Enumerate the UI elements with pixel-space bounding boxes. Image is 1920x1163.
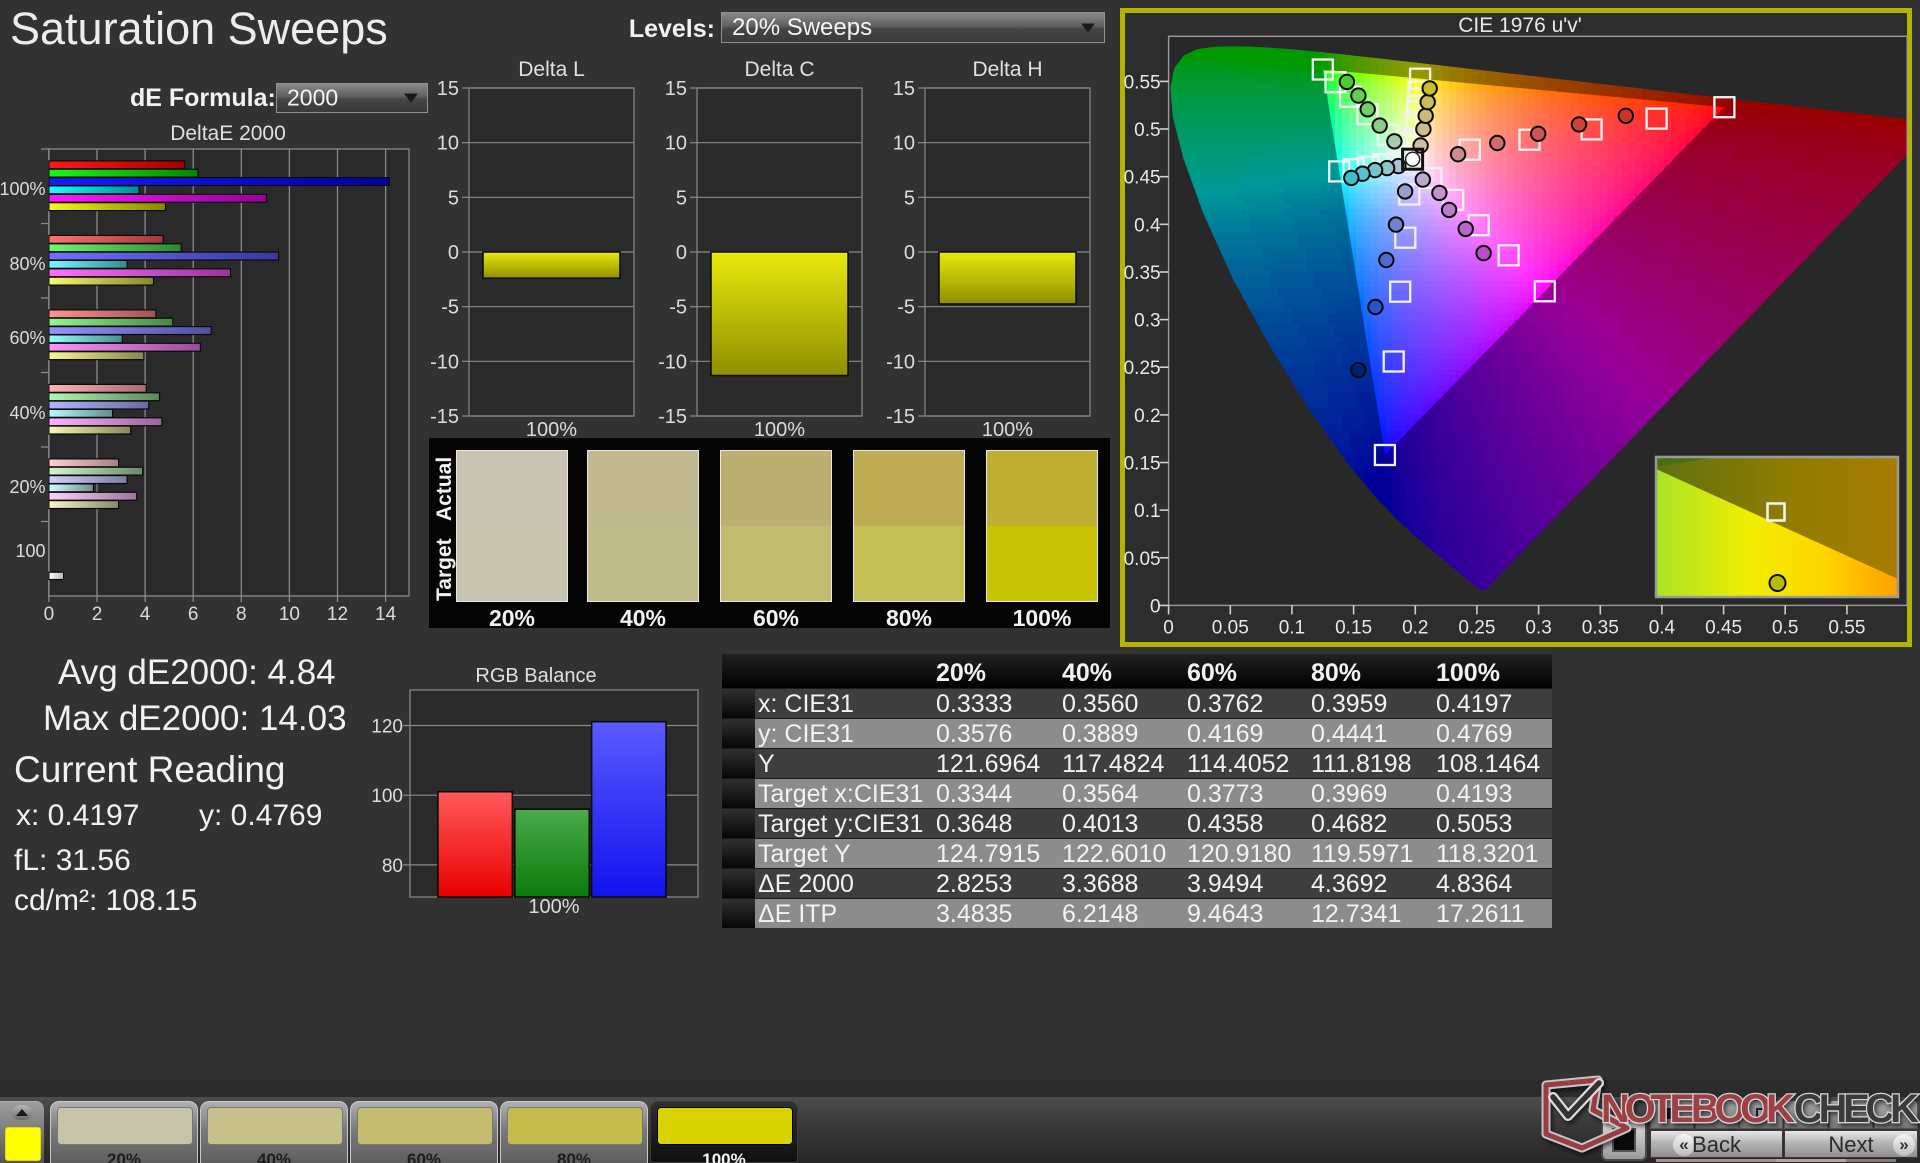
svg-text:-5: -5 (441, 297, 459, 319)
svg-text:RGB Balance: RGB Balance (475, 665, 596, 687)
svg-text:0.5: 0.5 (1772, 617, 1798, 638)
svg-text:-15: -15 (430, 406, 459, 428)
svg-text:10: 10 (279, 604, 300, 625)
svg-text:100: 100 (15, 541, 45, 561)
svg-text:NOTEBOOK: NOTEBOOK (1601, 1087, 1795, 1131)
svg-text:6: 6 (188, 604, 199, 625)
svg-text:-5: -5 (669, 297, 687, 319)
svg-text:0.2: 0.2 (1134, 406, 1160, 427)
svg-text:Delta L: Delta L (518, 58, 585, 81)
svg-text:80%: 80% (9, 254, 45, 274)
svg-text:14: 14 (375, 604, 397, 625)
svg-text:CIE 1976 u'v': CIE 1976 u'v' (1458, 14, 1582, 37)
svg-text:DeltaE 2000: DeltaE 2000 (170, 122, 286, 145)
svg-text:-15: -15 (886, 406, 915, 428)
svg-text:-10: -10 (430, 351, 459, 373)
svg-text:0.2: 0.2 (1402, 617, 1428, 638)
svg-text:80: 80 (382, 856, 403, 877)
svg-text:10: 10 (437, 133, 459, 155)
svg-text:5: 5 (904, 187, 915, 209)
svg-text:0.3: 0.3 (1134, 311, 1160, 332)
svg-text:2: 2 (92, 604, 103, 625)
svg-text:0: 0 (1163, 617, 1174, 638)
svg-text:-10: -10 (658, 351, 687, 373)
svg-text:-15: -15 (658, 406, 687, 428)
svg-text:40%: 40% (9, 403, 45, 423)
svg-text:0.05: 0.05 (1124, 549, 1161, 570)
svg-text:0.25: 0.25 (1124, 358, 1161, 379)
svg-text:0.1: 0.1 (1134, 501, 1160, 522)
svg-text:0.55: 0.55 (1828, 617, 1865, 638)
svg-text:0.35: 0.35 (1124, 263, 1161, 284)
svg-text:CHECK: CHECK (1794, 1087, 1919, 1131)
svg-text:0.4: 0.4 (1134, 215, 1161, 236)
svg-text:4: 4 (140, 604, 151, 625)
svg-text:0.1: 0.1 (1279, 617, 1305, 638)
svg-text:8: 8 (236, 604, 247, 625)
svg-text:0.55: 0.55 (1124, 72, 1161, 93)
svg-text:10: 10 (665, 133, 687, 155)
svg-text:-5: -5 (897, 297, 915, 319)
svg-text:0: 0 (904, 242, 915, 264)
svg-text:100: 100 (371, 786, 403, 807)
svg-text:10: 10 (893, 133, 915, 155)
svg-text:0.25: 0.25 (1458, 617, 1495, 638)
svg-text:0.5: 0.5 (1134, 120, 1160, 141)
svg-text:0: 0 (44, 604, 55, 625)
svg-text:60%: 60% (9, 328, 45, 348)
svg-text:100%: 100% (0, 179, 46, 199)
svg-text:15: 15 (893, 78, 915, 100)
svg-text:-10: -10 (886, 351, 915, 373)
svg-text:0: 0 (448, 242, 459, 264)
svg-text:0.45: 0.45 (1705, 617, 1742, 638)
svg-text:0.15: 0.15 (1124, 454, 1161, 475)
svg-text:Delta C: Delta C (744, 58, 814, 81)
svg-text:12: 12 (327, 604, 348, 625)
svg-text:0.35: 0.35 (1582, 617, 1619, 638)
svg-text:0.3: 0.3 (1525, 617, 1551, 638)
svg-text:0.05: 0.05 (1212, 617, 1249, 638)
svg-text:0: 0 (1150, 596, 1161, 617)
svg-text:Delta H: Delta H (972, 58, 1042, 81)
svg-text:5: 5 (448, 187, 459, 209)
svg-text:0.4: 0.4 (1649, 617, 1676, 638)
svg-text:0: 0 (676, 242, 687, 264)
svg-text:0.15: 0.15 (1335, 617, 1372, 638)
svg-text:5: 5 (676, 187, 687, 209)
svg-text:15: 15 (665, 78, 687, 100)
svg-text:0.45: 0.45 (1124, 168, 1161, 189)
svg-text:15: 15 (437, 78, 459, 100)
svg-text:20%: 20% (9, 477, 45, 497)
svg-text:100%: 100% (528, 896, 579, 918)
svg-text:120: 120 (371, 717, 403, 738)
